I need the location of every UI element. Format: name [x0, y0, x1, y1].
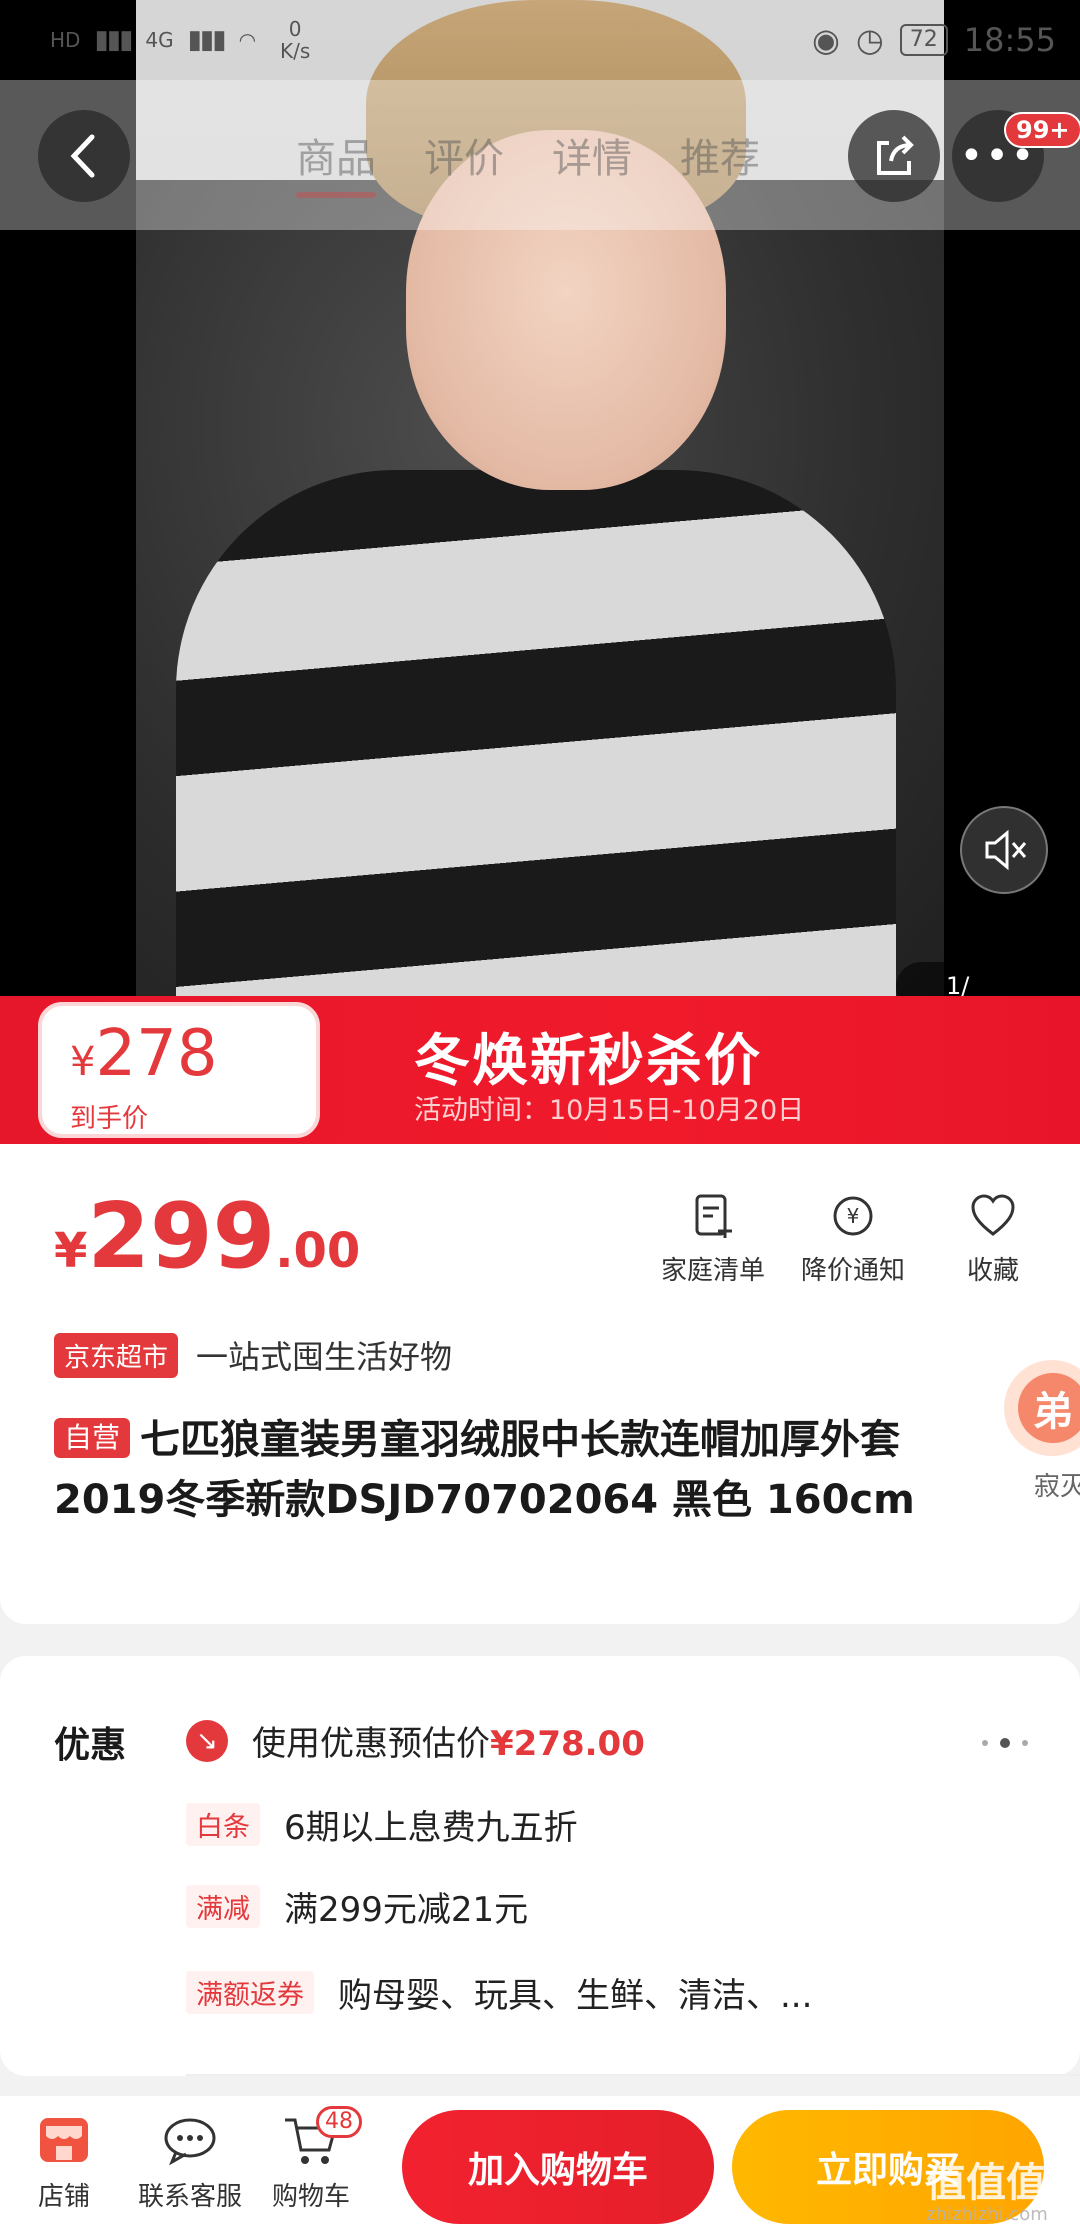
product-title: 自营 七匹狼童装男童羽绒服中长款连帽加厚外套2019冬季新款DSJD7070206… [54, 1417, 915, 1523]
status-left: HD ▮▮▮ 4G ▮▮▮ ◠ 0 K/s [50, 18, 310, 62]
coupon-heading: 优惠 [54, 1725, 127, 1766]
heart-icon [971, 1194, 1015, 1236]
coupon-tag: 白条 [186, 1803, 260, 1846]
cart-count-badge: 48 [316, 2106, 362, 2138]
assistant-avatar: 弟 [1004, 1360, 1080, 1456]
share-button[interactable] [848, 110, 940, 202]
coupon-row-discount[interactable]: 满减 满299元减21元 [186, 1882, 528, 1931]
tab-details[interactable]: 详情 [552, 126, 632, 184]
section-tabs: 商品 评价 详情 推荐 [296, 126, 760, 198]
coupon-row-voucher[interactable]: 满额返券 购母婴、玩具、生鲜、清洁、... [186, 1968, 812, 2017]
wifi-icon: ◠ [238, 28, 257, 52]
store-slogan: 一站式囤生活好物 [196, 1338, 453, 1376]
product-media[interactable]: HD ▮▮▮ 4G ▮▮▮ ◠ 0 K/s ◉ ◷ 72 18:55 商品 评价… [0, 0, 1080, 996]
share-icon [877, 135, 914, 175]
discount-arrow-icon: ↘ [186, 1719, 228, 1762]
price-bell-icon: ¥ [833, 1196, 873, 1236]
signal-icon: ▮▮▮ [94, 25, 133, 55]
eye-icon: ◉ [811, 21, 840, 59]
back-button[interactable] [38, 110, 130, 202]
status-right: ◉ ◷ 72 18:55 [812, 21, 1056, 59]
store-icon [40, 2118, 88, 2162]
mute-button[interactable] [960, 806, 1048, 894]
coupon-text: 购母婴、玩具、生鲜、清洁、... [338, 1976, 813, 2016]
battery-icon: 72 [899, 24, 948, 56]
video-subject-shirt [176, 470, 896, 996]
flash-sale-banner[interactable]: ¥278 到手价 冬焕新秒杀价 活动时间：10月15日-10月20日 [0, 996, 1080, 1144]
chat-icon [164, 2118, 216, 2166]
customer-service-button[interactable]: 联系客服 [138, 2110, 242, 2213]
alarm-icon: ◷ [855, 21, 884, 59]
net-speed: 0 K/s [280, 17, 311, 63]
promo-title: 冬焕新秒杀价 [414, 1029, 762, 1094]
estimate-text: 使用优惠预估价¥278.00 [252, 1724, 645, 1764]
coupon-text: 6期以上息费九五折 [284, 1808, 578, 1848]
favorite-button[interactable]: 收藏 [938, 1190, 1048, 1287]
tab-product[interactable]: 商品 [296, 126, 376, 198]
self-operated-tag: 自营 [54, 1418, 131, 1458]
watermark-site: zhizhizhi.com [926, 2204, 1048, 2225]
coupon-tag: 满额返券 [186, 1971, 314, 2014]
tab-recommend[interactable]: 推荐 [680, 126, 760, 184]
final-price: ¥278 [70, 1017, 218, 1091]
final-price-label: 到手价 [70, 1104, 149, 1134]
top-nav: 商品 评价 详情 推荐 ••• 99+ [0, 80, 1080, 230]
store-button[interactable]: 店铺 [34, 2110, 94, 2213]
price-alert-button[interactable]: ¥ 降价通知 [798, 1190, 908, 1287]
store-row[interactable]: 京东超市 一站式囤生活好物 [54, 1332, 452, 1378]
final-price-card: ¥278 到手价 [38, 1002, 320, 1138]
network-gen: 4G [145, 28, 174, 52]
more-options-icon[interactable] [982, 1738, 1028, 1748]
coupon-text: 满299元减21元 [284, 1890, 529, 1930]
notification-badge: 99+ [1004, 112, 1080, 148]
media-page-indicator: 1/ [896, 962, 1016, 996]
coupon-card[interactable]: 优惠 ↘ 使用优惠预估价¥278.00 白条 6期以上息费九五折 满减 满299… [0, 1656, 1080, 2076]
svg-text:¥: ¥ [847, 1204, 860, 1228]
product-price: ¥299.00 [54, 1184, 361, 1289]
status-bar: HD ▮▮▮ 4G ▮▮▮ ◠ 0 K/s ◉ ◷ 72 18:55 [0, 0, 1080, 80]
floating-assistant[interactable]: 弟 寂灭 [1004, 1360, 1080, 1507]
watermark-logo: 值值值 [926, 2160, 1046, 2206]
list-add-icon [695, 1194, 732, 1238]
family-list-button[interactable]: 家庭清单 [658, 1190, 768, 1287]
product-info-card: ¥299.00 家庭清单 ¥ 降价通知 收藏 京东超市 一站式囤生活好物 自营七… [0, 1144, 1080, 1624]
price-actions: 家庭清单 ¥ 降价通知 收藏 [658, 1190, 1048, 1287]
chevron-left-icon [70, 134, 95, 178]
clock: 18:55 [963, 21, 1056, 59]
add-to-cart-button[interactable]: 加入购物车 [402, 2110, 714, 2224]
promo-time: 活动时间：10月15日-10月20日 [414, 1095, 805, 1126]
coupon-row-baitiao[interactable]: 白条 6期以上息费九五折 [186, 1800, 578, 1849]
divider [186, 2074, 1080, 2076]
speaker-mute-icon [985, 829, 1027, 871]
assistant-label: 寂灭 [1004, 1462, 1080, 1507]
hd-icon: HD [50, 28, 81, 52]
signal-icon-2: ▮▮▮ [187, 25, 227, 55]
store-tag: 京东超市 [54, 1332, 179, 1378]
coupon-tag: 满减 [186, 1885, 260, 1928]
tab-reviews[interactable]: 评价 [424, 126, 504, 184]
bottom-action-bar: 店铺 联系客服 购物车 48 加入购物车 立即购买 [0, 2096, 1080, 2240]
coupon-estimate-row[interactable]: ↘ 使用优惠预估价¥278.00 [186, 1716, 645, 1765]
